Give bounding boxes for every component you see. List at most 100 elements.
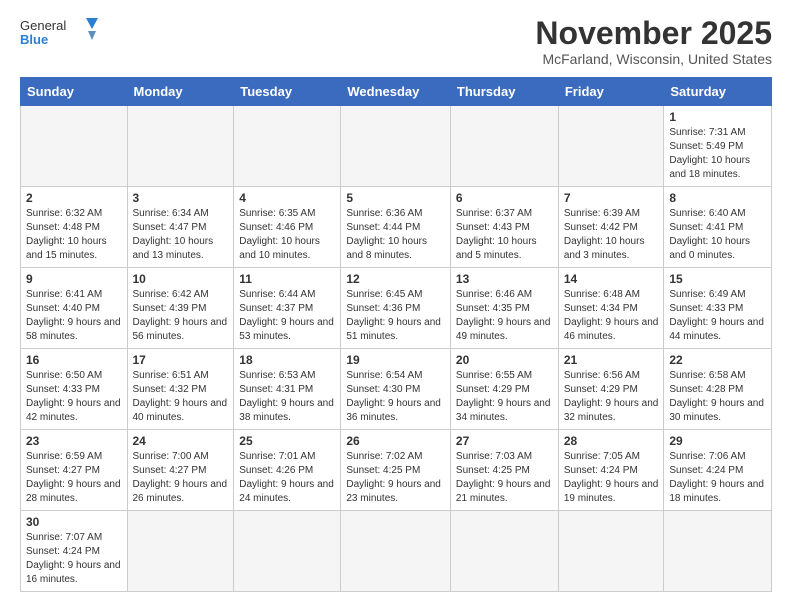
calendar-week-row: 23Sunrise: 6:59 AM Sunset: 4:27 PM Dayli… [21,430,772,511]
day-number: 4 [239,191,335,205]
day-info: Sunrise: 6:55 AM Sunset: 4:29 PM Dayligh… [456,369,553,425]
calendar-day-cell [341,106,451,187]
day-info: Sunrise: 6:35 AM Sunset: 4:46 PM Dayligh… [239,207,335,263]
svg-text:Blue: Blue [20,32,48,47]
day-info: Sunrise: 6:40 AM Sunset: 4:41 PM Dayligh… [669,207,766,263]
day-info: Sunrise: 6:44 AM Sunset: 4:37 PM Dayligh… [239,288,335,344]
day-info: Sunrise: 6:50 AM Sunset: 4:33 PM Dayligh… [26,369,122,425]
calendar-day-cell [127,106,234,187]
logo: General Blue [20,16,100,52]
day-number: 28 [564,434,659,448]
day-number: 13 [456,272,553,286]
day-number: 26 [346,434,445,448]
day-number: 29 [669,434,766,448]
calendar-day-cell: 12 Sunrise: 6:45 AM Sunset: 4:36 PM Dayli… [341,268,451,349]
day-info: Sunrise: 7:05 AM Sunset: 4:24 PM Dayligh… [564,450,659,506]
day-info: Sunrise: 7:07 AM Sunset: 4:24 PM Dayligh… [26,531,122,587]
day-info: Sunrise: 6:56 AM Sunset: 4:29 PM Dayligh… [564,369,659,425]
calendar-day-cell [21,106,128,187]
day-info: Sunrise: 6:48 AM Sunset: 4:34 PM Dayligh… [564,288,659,344]
day-number: 17 [133,353,229,367]
calendar-day-cell: 15 Sunrise: 6:49 AM Sunset: 4:33 PM Dayli… [664,268,772,349]
day-number: 30 [26,515,122,529]
day-number: 21 [564,353,659,367]
svg-text:General: General [20,18,66,33]
day-number: 12 [346,272,445,286]
day-info: Sunrise: 6:32 AM Sunset: 4:48 PM Dayligh… [26,207,122,263]
day-number: 19 [346,353,445,367]
calendar-day-cell [450,511,558,592]
calendar-header-row: Sunday Monday Tuesday Wednesday Thursday… [21,78,772,106]
calendar-day-cell: 3 Sunrise: 6:34 AM Sunset: 4:47 PM Daylig… [127,187,234,268]
day-number: 2 [26,191,122,205]
day-info: Sunrise: 6:49 AM Sunset: 4:33 PM Dayligh… [669,288,766,344]
calendar-day-cell: 6 Sunrise: 6:37 AM Sunset: 4:43 PM Daylig… [450,187,558,268]
calendar-day-cell: 5Sunrise: 6:36 AM Sunset: 4:44 PM Daylig… [341,187,451,268]
calendar-day-cell: 16 Sunrise: 6:50 AM Sunset: 4:33 PM Dayli… [21,349,128,430]
day-info: Sunrise: 7:31 AM Sunset: 5:49 PM Dayligh… [669,126,766,182]
day-number: 18 [239,353,335,367]
calendar-table: Sunday Monday Tuesday Wednesday Thursday… [20,77,772,592]
month-year-title: November 2025 [535,16,772,51]
col-saturday: Saturday [664,78,772,106]
location-subtitle: McFarland, Wisconsin, United States [535,51,772,67]
calendar-day-cell: 25Sunrise: 7:01 AM Sunset: 4:26 PM Dayli… [234,430,341,511]
calendar-day-cell [341,511,451,592]
calendar-day-cell: 9 Sunrise: 6:41 AM Sunset: 4:40 PM Daylig… [21,268,128,349]
col-monday: Monday [127,78,234,106]
calendar-day-cell: 17 Sunrise: 6:51 AM Sunset: 4:32 PM Dayli… [127,349,234,430]
day-number: 3 [133,191,229,205]
day-info: Sunrise: 6:54 AM Sunset: 4:30 PM Dayligh… [346,369,445,425]
calendar-week-row: 2 Sunrise: 6:32 AM Sunset: 4:48 PM Daylig… [21,187,772,268]
calendar-day-cell: 23Sunrise: 6:59 AM Sunset: 4:27 PM Dayli… [21,430,128,511]
day-info: Sunrise: 6:37 AM Sunset: 4:43 PM Dayligh… [456,207,553,263]
calendar-day-cell: 13 Sunrise: 6:46 AM Sunset: 4:35 PM Dayli… [450,268,558,349]
day-number: 8 [669,191,766,205]
day-number: 23 [26,434,122,448]
day-info: Sunrise: 7:06 AM Sunset: 4:24 PM Dayligh… [669,450,766,506]
calendar-day-cell: 19 Sunrise: 6:54 AM Sunset: 4:30 PM Dayli… [341,349,451,430]
day-info: Sunrise: 7:03 AM Sunset: 4:25 PM Dayligh… [456,450,553,506]
day-info: Sunrise: 6:51 AM Sunset: 4:32 PM Dayligh… [133,369,229,425]
calendar-day-cell: 4 Sunrise: 6:35 AM Sunset: 4:46 PM Daylig… [234,187,341,268]
calendar-day-cell: 8 Sunrise: 6:40 AM Sunset: 4:41 PM Daylig… [664,187,772,268]
day-info: Sunrise: 7:02 AM Sunset: 4:25 PM Dayligh… [346,450,445,506]
calendar-day-cell [450,106,558,187]
day-info: Sunrise: 6:58 AM Sunset: 4:28 PM Dayligh… [669,369,766,425]
calendar-day-cell [558,511,664,592]
day-number: 20 [456,353,553,367]
calendar-day-cell [664,511,772,592]
calendar-day-cell: 27 Sunrise: 7:03 AM Sunset: 4:25 PM Dayli… [450,430,558,511]
col-sunday: Sunday [21,78,128,106]
day-number: 15 [669,272,766,286]
calendar-day-cell: 10Sunrise: 6:42 AM Sunset: 4:39 PM Dayli… [127,268,234,349]
day-number: 16 [26,353,122,367]
calendar-day-cell: 14Sunrise: 6:48 AM Sunset: 4:34 PM Dayli… [558,268,664,349]
calendar-day-cell: 7 Sunrise: 6:39 AM Sunset: 4:42 PM Daylig… [558,187,664,268]
calendar-week-row: 16 Sunrise: 6:50 AM Sunset: 4:33 PM Dayli… [21,349,772,430]
calendar-day-cell: 26 Sunrise: 7:02 AM Sunset: 4:25 PM Dayli… [341,430,451,511]
col-friday: Friday [558,78,664,106]
calendar-day-cell: 1Sunrise: 7:31 AM Sunset: 5:49 PM Daylig… [664,106,772,187]
day-info: Sunrise: 6:45 AM Sunset: 4:36 PM Dayligh… [346,288,445,344]
page-header: General Blue November 2025 McFarland, Wi… [20,16,772,67]
day-info: Sunrise: 6:39 AM Sunset: 4:42 PM Dayligh… [564,207,659,263]
calendar-day-cell: 11Sunrise: 6:44 AM Sunset: 4:37 PM Dayli… [234,268,341,349]
col-tuesday: Tuesday [234,78,341,106]
calendar-day-cell [234,106,341,187]
day-info: Sunrise: 6:34 AM Sunset: 4:47 PM Dayligh… [133,207,229,263]
day-info: Sunrise: 7:01 AM Sunset: 4:26 PM Dayligh… [239,450,335,506]
day-info: Sunrise: 6:53 AM Sunset: 4:31 PM Dayligh… [239,369,335,425]
calendar-week-row: 30 Sunrise: 7:07 AM Sunset: 4:24 PM Dayli… [21,511,772,592]
calendar-day-cell: 18 Sunrise: 6:53 AM Sunset: 4:31 PM Dayli… [234,349,341,430]
day-number: 7 [564,191,659,205]
day-number: 27 [456,434,553,448]
day-number: 6 [456,191,553,205]
day-number: 5 [346,191,445,205]
day-info: Sunrise: 6:41 AM Sunset: 4:40 PM Dayligh… [26,288,122,344]
title-block: November 2025 McFarland, Wisconsin, Unit… [535,16,772,67]
day-info: Sunrise: 7:00 AM Sunset: 4:27 PM Dayligh… [133,450,229,506]
day-info: Sunrise: 6:46 AM Sunset: 4:35 PM Dayligh… [456,288,553,344]
day-number: 9 [26,272,122,286]
calendar-day-cell: 22Sunrise: 6:58 AM Sunset: 4:28 PM Dayli… [664,349,772,430]
